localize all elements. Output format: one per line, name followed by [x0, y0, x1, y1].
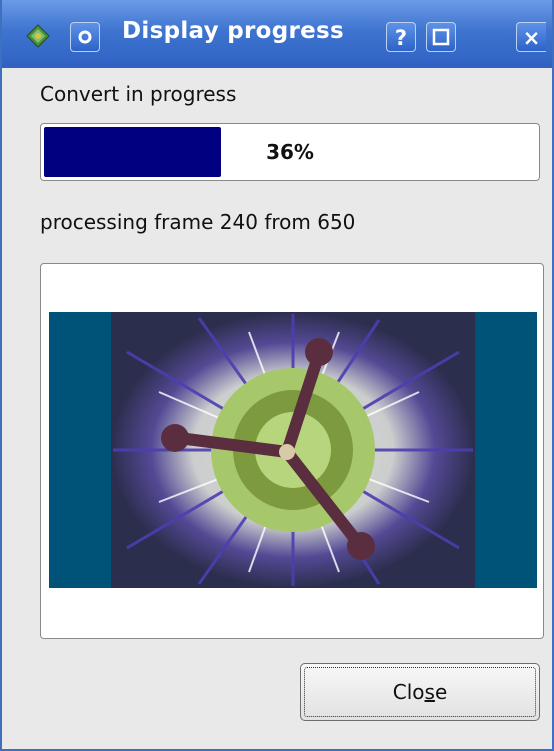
close-label-prefix: Clo — [392, 680, 425, 704]
progress-bar: 36% — [40, 123, 540, 181]
help-label: ? — [394, 26, 408, 50]
close-label-mnemonic: s — [424, 680, 435, 704]
circle-icon — [78, 30, 92, 44]
close-icon: × — [522, 26, 541, 50]
title-bar[interactable]: Display progress ? × — [2, 0, 552, 68]
passion-flower-image — [111, 312, 475, 588]
status-text: processing frame 240 from 650 — [40, 210, 356, 234]
window-title: Display progress — [122, 18, 345, 44]
close-window-button[interactable]: × — [516, 22, 546, 52]
help-button[interactable]: ? — [386, 22, 416, 52]
close-button[interactable]: Close — [300, 663, 540, 721]
maximize-icon — [432, 28, 450, 46]
app-icon — [26, 24, 50, 48]
frame-preview-image — [49, 312, 537, 588]
frame-preview-panel — [40, 263, 544, 639]
progress-label: Convert in progress — [40, 82, 237, 106]
close-label-suffix: e — [434, 680, 448, 704]
close-button-label: Close — [301, 664, 539, 720]
maximize-button[interactable] — [426, 22, 456, 52]
progress-dialog: Display progress ? × Convert in progress… — [0, 0, 554, 751]
progress-percent: 36% — [266, 140, 314, 164]
window-menu-button[interactable] — [70, 22, 100, 52]
